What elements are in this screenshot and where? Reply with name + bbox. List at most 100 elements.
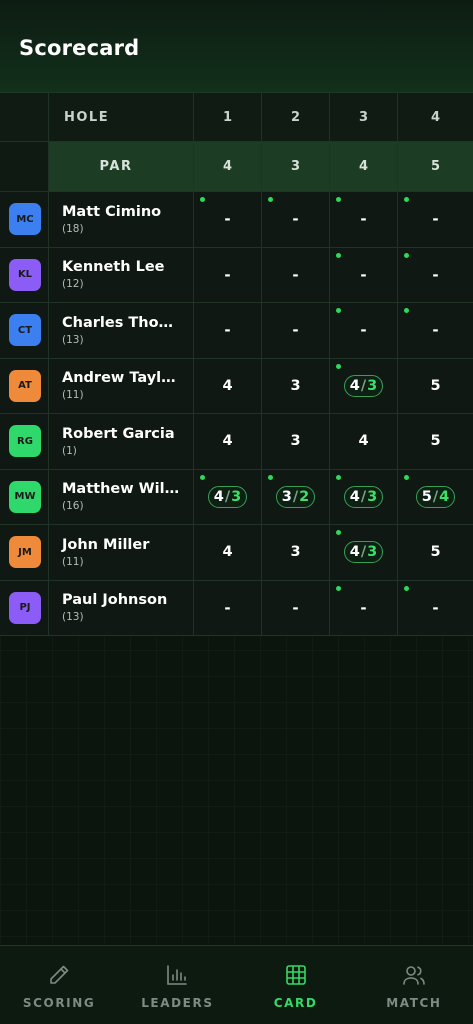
avatar: MW	[9, 480, 41, 513]
empty-score: -	[432, 598, 439, 617]
score-cell[interactable]: -	[398, 303, 473, 358]
player-row[interactable]: JM John Miller (11) 4 3 4/3 5	[0, 525, 473, 581]
score-cell[interactable]: -	[194, 303, 262, 358]
empty-score: -	[224, 598, 231, 617]
player-row[interactable]: PJ Paul Johnson (13) - - - -	[0, 580, 473, 636]
score-cell[interactable]: 4/3	[330, 358, 398, 413]
par-hole-2: 3	[262, 142, 330, 191]
avatar: PJ	[9, 591, 41, 624]
score-cell[interactable]: -	[194, 247, 262, 302]
hole-1-header[interactable]: 1	[194, 93, 262, 141]
player-handicap: (1)	[62, 444, 77, 457]
par-hole-1: 4	[194, 142, 262, 191]
score-cell[interactable]: 4	[330, 414, 398, 469]
player-row[interactable]: MW Matthew Wil… (16) 4/3 3/2 4/3 5/4	[0, 469, 473, 525]
nav-leaders[interactable]: LEADERS	[118, 946, 236, 1024]
score-separator: /	[360, 544, 367, 561]
score-cell[interactable]: -	[330, 192, 398, 247]
avatar-cell: CT	[0, 303, 49, 358]
nav-label: LEADERS	[141, 996, 214, 1010]
score-cell[interactable]: 4/3	[330, 525, 398, 580]
player-info-cell[interactable]: Paul Johnson (13)	[49, 580, 194, 635]
score-cell[interactable]: -	[194, 580, 262, 635]
gross-score: 3	[281, 488, 292, 505]
grid-icon	[285, 965, 306, 985]
gross-score: 4	[349, 377, 360, 394]
player-info-cell[interactable]: Charles Tho… (13)	[49, 303, 194, 358]
player-handicap: (11)	[62, 389, 84, 402]
score-value: 5	[430, 433, 441, 450]
score-cell[interactable]: -	[398, 192, 473, 247]
avatar: KL	[9, 258, 41, 291]
empty-score: -	[432, 265, 439, 284]
player-row[interactable]: AT Andrew Tayl… (11) 4 3 4/3 5	[0, 358, 473, 414]
empty-score: -	[360, 210, 367, 229]
nav-card[interactable]: CARD	[237, 946, 355, 1024]
score-cell[interactable]: -	[262, 580, 330, 635]
par-value: 4	[358, 159, 369, 174]
score-cell[interactable]: -	[398, 247, 473, 302]
par-label: PAR	[99, 159, 133, 174]
hole-number: 1	[222, 109, 233, 125]
score-cell[interactable]: -	[330, 580, 398, 635]
score-cell[interactable]: -	[262, 247, 330, 302]
player-info-cell[interactable]: Kenneth Lee (12)	[49, 247, 194, 302]
player-row[interactable]: CT Charles Tho… (13) - - - -	[0, 303, 473, 359]
player-info-cell[interactable]: Andrew Tayl… (11)	[49, 358, 194, 413]
avatar-cell: MC	[0, 192, 49, 247]
gross-score: 4	[349, 544, 360, 561]
hole-3-header[interactable]: 3	[330, 93, 398, 141]
player-row[interactable]: KL Kenneth Lee (12) - - - -	[0, 247, 473, 303]
score-cell[interactable]: 5	[398, 525, 473, 580]
nav-match[interactable]: MATCH	[355, 946, 473, 1024]
score-cell[interactable]: -	[398, 580, 473, 635]
score-cell[interactable]: -	[330, 247, 398, 302]
net-score: 3	[231, 488, 242, 505]
score-cell[interactable]: 5/4	[398, 469, 473, 524]
hole-4-header[interactable]: 4	[398, 93, 473, 141]
net-score-pill: 4/3	[343, 374, 384, 397]
score-separator: /	[360, 488, 367, 505]
nav-label: MATCH	[386, 996, 442, 1010]
player-row[interactable]: RG Robert Garcia (1) 4 3 4 5	[0, 414, 473, 470]
score-cell[interactable]: 3	[262, 358, 330, 413]
empty-score: -	[292, 265, 299, 284]
scorecard-table: HOLE 1 2 3 4 PAR 4 3 4 5 MC Matt Cimino (1…	[0, 93, 473, 636]
score-cell[interactable]: 5	[398, 358, 473, 413]
player-info-cell[interactable]: Matt Cimino (18)	[49, 192, 194, 247]
empty-score: -	[292, 598, 299, 617]
score-cell[interactable]: 4/3	[194, 469, 262, 524]
score-cell[interactable]: 3	[262, 414, 330, 469]
hole-number: 3	[358, 109, 369, 125]
score-cell[interactable]: 3	[262, 525, 330, 580]
empty-score: -	[224, 321, 231, 340]
par-value: 5	[430, 159, 441, 174]
gross-score: 4	[349, 488, 360, 505]
header: Scorecard	[0, 0, 473, 93]
score-cell[interactable]: -	[330, 303, 398, 358]
player-info-cell[interactable]: John Miller (11)	[49, 525, 194, 580]
player-name: Andrew Tayl…	[62, 370, 176, 387]
nav-scoring[interactable]: SCORING	[0, 946, 118, 1024]
score-separator: /	[360, 377, 367, 394]
player-row[interactable]: MC Matt Cimino (18) - - - -	[0, 192, 473, 248]
score-cell[interactable]: -	[262, 192, 330, 247]
player-info-cell[interactable]: Matthew Wil… (16)	[49, 469, 194, 524]
player-handicap: (16)	[62, 500, 84, 513]
score-cell[interactable]: 4	[194, 525, 262, 580]
score-cell[interactable]: 4	[194, 358, 262, 413]
score-cell[interactable]: 5	[398, 414, 473, 469]
stroke-dot-icon	[404, 585, 409, 591]
score-cell[interactable]: 3/2	[262, 469, 330, 524]
score-cell[interactable]: 4/3	[330, 469, 398, 524]
hole-2-header[interactable]: 2	[262, 93, 330, 141]
stroke-dot-icon	[404, 252, 409, 258]
bottom-nav: SCORING LEADERS CARD MATCH	[0, 945, 473, 1024]
score-cell[interactable]: -	[194, 192, 262, 247]
player-handicap: (13)	[62, 333, 84, 346]
score-cell[interactable]: -	[262, 303, 330, 358]
score-cell[interactable]: 4	[194, 414, 262, 469]
score-value: 4	[222, 377, 233, 394]
player-info-cell[interactable]: Robert Garcia (1)	[49, 414, 194, 469]
nav-label: CARD	[273, 996, 318, 1010]
